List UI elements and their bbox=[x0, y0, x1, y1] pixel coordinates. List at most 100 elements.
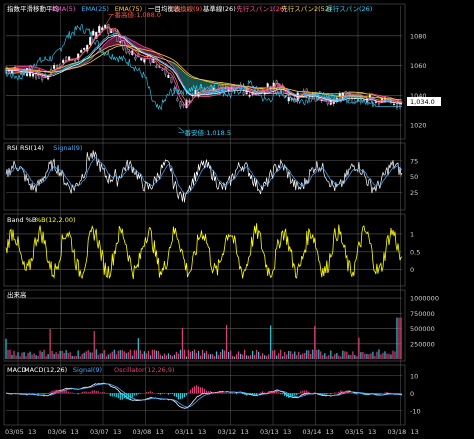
oscillator-bar bbox=[248, 393, 250, 394]
candle-body bbox=[80, 50, 83, 53]
oscillator-bar bbox=[252, 393, 254, 395]
oscillator-bar bbox=[161, 393, 163, 394]
volume-bar bbox=[123, 351, 125, 359]
oscillator-bar bbox=[7, 393, 9, 394]
oscillator-bar bbox=[181, 393, 184, 399]
volume-bar bbox=[69, 352, 71, 359]
volume-bar bbox=[151, 349, 153, 359]
volume-bar bbox=[221, 349, 224, 359]
oscillator-bar bbox=[260, 392, 262, 394]
volume-bar bbox=[27, 352, 29, 359]
volume-bar bbox=[246, 355, 248, 359]
oscillator-bar bbox=[376, 393, 378, 395]
volume-bar bbox=[316, 349, 318, 359]
volume-bar bbox=[55, 352, 57, 359]
oscillator-bar bbox=[306, 390, 308, 394]
x-tick-sublabel: 13 bbox=[241, 428, 249, 436]
volume-bar bbox=[61, 350, 63, 359]
candle-body bbox=[122, 40, 125, 50]
price-legend-item: 先行スパン2(52) bbox=[281, 4, 331, 13]
oscillator-bar bbox=[344, 391, 346, 394]
band-legend-item: %B(12,2.00) bbox=[35, 216, 76, 224]
volume-bar bbox=[5, 338, 7, 359]
candle-body bbox=[98, 26, 101, 33]
volume-bar bbox=[175, 351, 178, 359]
volume-bar bbox=[23, 352, 25, 359]
volume-bar bbox=[135, 350, 137, 359]
volume-bar bbox=[119, 350, 121, 359]
oscillator-bar bbox=[203, 388, 206, 394]
candle-body bbox=[266, 83, 269, 87]
oscillator-bar bbox=[89, 391, 91, 394]
volume-bar bbox=[310, 354, 312, 359]
macd-legend-item: MACD(12,26) bbox=[24, 366, 67, 374]
candle-body bbox=[344, 91, 347, 94]
volume-bar bbox=[374, 356, 376, 359]
volume-bar bbox=[179, 349, 182, 359]
volume-bar bbox=[197, 350, 200, 359]
volume-bar bbox=[266, 355, 268, 359]
candle-body bbox=[338, 93, 341, 97]
volume-bar bbox=[75, 356, 77, 359]
volume-bar bbox=[79, 356, 81, 359]
volume-bar bbox=[189, 351, 192, 359]
volume-bar bbox=[366, 354, 368, 359]
volume-bar bbox=[390, 354, 392, 359]
oscillator-bar bbox=[157, 393, 159, 395]
band-tick-label: 1 bbox=[410, 230, 414, 238]
oscillator-bar bbox=[129, 393, 131, 399]
candle-body bbox=[62, 59, 65, 63]
candle-body bbox=[392, 103, 396, 105]
volume-bar bbox=[205, 350, 208, 359]
oscillator-bar bbox=[117, 393, 119, 399]
price-legend-item: 先行スパン1(26) bbox=[236, 4, 286, 13]
oscillator-bar bbox=[326, 393, 328, 395]
oscillator-bar bbox=[362, 393, 364, 395]
candle-body bbox=[32, 73, 35, 77]
volume-bar bbox=[274, 349, 276, 359]
volume-bar bbox=[131, 355, 133, 359]
x-tick-label: 03/11 bbox=[175, 428, 194, 436]
volume-bar bbox=[290, 351, 292, 359]
volume-bar bbox=[254, 354, 256, 359]
volume-bar bbox=[207, 354, 210, 359]
volume-bar bbox=[103, 350, 105, 359]
candle-body bbox=[92, 30, 95, 36]
volume-bar bbox=[49, 329, 51, 359]
oscillator-bar bbox=[318, 393, 320, 395]
oscillator-bar bbox=[53, 390, 55, 394]
volume-bar bbox=[45, 356, 47, 359]
oscillator-bar bbox=[302, 390, 304, 394]
candle-body bbox=[149, 58, 152, 64]
volume-bar bbox=[354, 355, 356, 359]
oscillator-bar bbox=[340, 390, 342, 394]
oscillator-bar bbox=[159, 393, 161, 395]
volume-bar bbox=[276, 355, 278, 359]
oscillator-bar bbox=[167, 393, 170, 395]
volume-bar bbox=[280, 349, 282, 359]
candle-body bbox=[287, 97, 290, 102]
x-tick-label: 03/14 bbox=[303, 428, 322, 436]
oscillator-bar bbox=[173, 393, 176, 397]
oscillator-bar bbox=[85, 391, 87, 394]
oscillator-bar bbox=[83, 391, 85, 394]
x-tick-label: 03/13 bbox=[260, 428, 279, 436]
oscillator-bar bbox=[278, 392, 280, 394]
candle-body bbox=[170, 77, 173, 83]
volume-bar bbox=[187, 349, 190, 359]
oscillator-bar bbox=[324, 393, 326, 395]
oscillator-bar bbox=[342, 391, 344, 394]
candle-body bbox=[56, 65, 59, 68]
volume-bar bbox=[292, 353, 294, 359]
volume-bar bbox=[352, 351, 354, 359]
oscillator-bar bbox=[268, 391, 270, 394]
volume-bar bbox=[360, 352, 362, 359]
oscillator-bar bbox=[201, 387, 204, 394]
candle-body bbox=[155, 66, 158, 68]
oscillator-bar bbox=[272, 391, 274, 394]
rsi-legend-item: Signal(9) bbox=[53, 144, 82, 152]
volume-bar bbox=[227, 352, 230, 359]
oscillator-bar bbox=[211, 392, 214, 394]
volume-bar bbox=[195, 352, 198, 359]
volume-bar bbox=[191, 351, 194, 359]
